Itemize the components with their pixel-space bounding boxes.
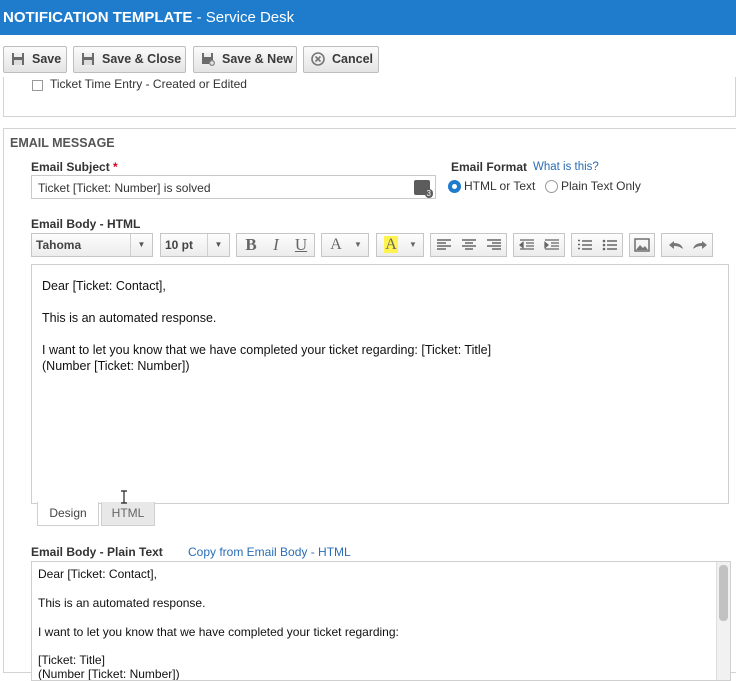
font-size-select[interactable]: 10 pt ▼ <box>160 233 230 257</box>
align-left-icon[interactable] <box>435 234 453 256</box>
html-body-editor[interactable]: Dear [Ticket: Contact], This is an autom… <box>31 264 729 504</box>
required-mark: * <box>113 160 118 174</box>
save-new-button[interactable]: Save & New <box>193 46 297 73</box>
plain-text-scrollbar[interactable] <box>716 562 730 680</box>
font-family-select[interactable]: Tahoma ▼ <box>31 233 153 257</box>
section-title: EMAIL MESSAGE <box>10 136 115 150</box>
window-title-bar: Notification Template - Service Desk <box>0 0 736 35</box>
email-body-plain-label: Email Body - Plain Text <box>31 545 163 559</box>
highlight-icon[interactable]: A <box>379 234 403 256</box>
copy-from-html-link[interactable]: Copy from Email Body - HTML <box>188 545 351 559</box>
number-list-icon[interactable] <box>576 234 594 256</box>
chevron-down-icon: ▼ <box>207 234 229 256</box>
plain-line: (Number [Ticket: Number]) <box>38 667 180 681</box>
indent-icon[interactable] <box>543 234 561 256</box>
plain-line: I want to let you know that we have comp… <box>38 625 399 639</box>
body-line: I want to let you know that we have comp… <box>42 343 492 357</box>
email-subject-input[interactable]: Ticket [Ticket: Number] is solved 3 <box>31 175 436 199</box>
chevron-down-icon: ▼ <box>130 234 152 256</box>
align-center-icon[interactable] <box>460 234 478 256</box>
cancel-icon <box>311 52 325 66</box>
format-plain-radio[interactable] <box>545 180 558 193</box>
save-button[interactable]: Save <box>3 46 67 73</box>
ticket-time-entry-checkbox[interactable] <box>32 80 43 91</box>
text-cursor-icon <box>121 490 127 504</box>
tab-design[interactable]: Design <box>37 502 99 526</box>
tab-html[interactable]: HTML <box>101 502 155 526</box>
email-subject-value: Ticket [Ticket: Number] is solved <box>38 181 211 195</box>
underline-icon[interactable]: U <box>289 234 313 256</box>
body-line: Dear [Ticket: Contact], <box>42 279 166 293</box>
email-body-html-label: Email Body - HTML <box>31 217 141 231</box>
save-close-icon <box>82 53 94 65</box>
redo-icon[interactable] <box>690 234 710 256</box>
toolbar: Save Save & Close Save & New Cancel <box>0 35 736 77</box>
font-color-icon[interactable]: A <box>324 234 348 256</box>
insert-variable-icon[interactable]: 3 <box>414 180 433 198</box>
chevron-down-icon[interactable]: ▼ <box>403 234 423 256</box>
format-plain-label: Plain Text Only <box>561 179 641 193</box>
plain-line: This is an automated response. <box>38 596 206 610</box>
plain-text-body-textarea[interactable]: Dear [Ticket: Contact], This is an autom… <box>31 561 731 681</box>
cancel-button[interactable]: Cancel <box>303 46 379 73</box>
undo-icon[interactable] <box>666 234 686 256</box>
ticket-time-entry-label: Ticket Time Entry - Created or Edited <box>50 77 247 91</box>
scrollbar-thumb[interactable] <box>719 565 728 621</box>
what-is-this-link[interactable]: What is this? <box>533 161 599 173</box>
window-title: Notification Template <box>3 9 193 26</box>
email-format-label: Email Format <box>451 160 528 174</box>
format-html-radio[interactable] <box>448 180 461 193</box>
format-html-label: HTML or Text <box>464 179 536 193</box>
bullet-list-icon[interactable] <box>601 234 619 256</box>
indent-group <box>513 233 565 257</box>
save-close-button[interactable]: Save & Close <box>73 46 186 73</box>
window-subtitle: - Service Desk <box>192 9 295 26</box>
align-right-icon[interactable] <box>485 234 503 256</box>
plain-line: [Ticket: Title] <box>38 653 105 667</box>
save-new-icon <box>202 53 215 66</box>
editor-toolbar: Tahoma ▼ 10 pt ▼ B I U A ▼ A ▼ <box>31 233 731 259</box>
chevron-down-icon[interactable]: ▼ <box>348 234 368 256</box>
plain-line: Dear [Ticket: Contact], <box>38 567 157 581</box>
highlight-group: A ▼ <box>376 233 424 257</box>
image-group <box>629 233 655 257</box>
email-subject-label: Email Subject * <box>31 160 118 174</box>
text-style-group: B I U <box>236 233 315 257</box>
event-list-section: Ticket Time Entry - Created or Edited <box>3 77 736 117</box>
outdent-icon[interactable] <box>518 234 536 256</box>
list-group <box>571 233 623 257</box>
body-line: (Number [Ticket: Number]) <box>42 359 190 373</box>
editor-mode-tabs: Design HTML <box>31 502 731 526</box>
body-line: This is an automated response. <box>42 311 217 325</box>
history-group <box>661 233 713 257</box>
italic-icon[interactable]: I <box>264 234 288 256</box>
save-icon <box>12 53 24 65</box>
image-icon[interactable] <box>633 234 651 256</box>
bold-icon[interactable]: B <box>239 234 263 256</box>
font-color-group: A ▼ <box>321 233 369 257</box>
email-message-section: EMAIL MESSAGE Email Subject * Ticket [Ti… <box>3 128 736 681</box>
align-group <box>430 233 507 257</box>
